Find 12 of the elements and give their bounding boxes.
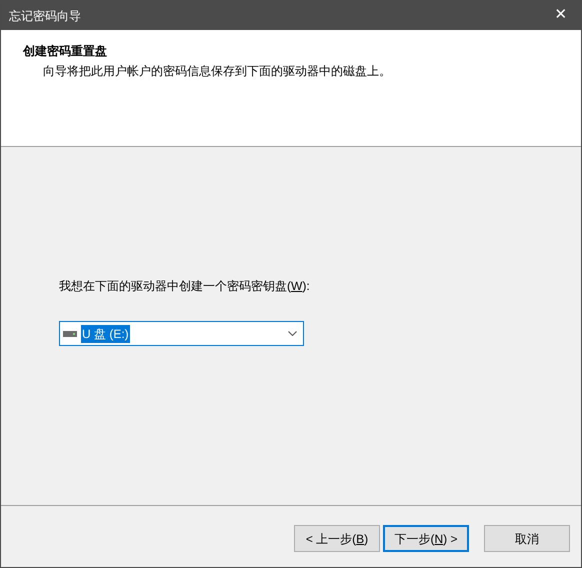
drive-value: U 盘 (E:) (81, 324, 130, 342)
drive-label: 我想在下面的驱动器中创建一个密码密钥盘(W): (59, 278, 311, 295)
drive-icon (63, 330, 77, 336)
drive-select[interactable]: U 盘 (E:) (59, 321, 304, 346)
window-title: 忘记密码向导 (9, 8, 81, 24)
chevron-down-icon (288, 331, 297, 336)
header-subtitle: 向导将把此用户帐户的密码信息保存到下面的驱动器中的磁盘上。 (42, 63, 392, 80)
header-title: 创建密码重置盘 (23, 43, 108, 60)
wizard-button[interactable]: 取消 (484, 525, 570, 552)
wizard-button[interactable]: 下一步(N) > (383, 525, 469, 552)
wizard-button[interactable]: < 上一步(B) (294, 525, 380, 552)
close-button[interactable]: ✕ (541, 1, 581, 30)
